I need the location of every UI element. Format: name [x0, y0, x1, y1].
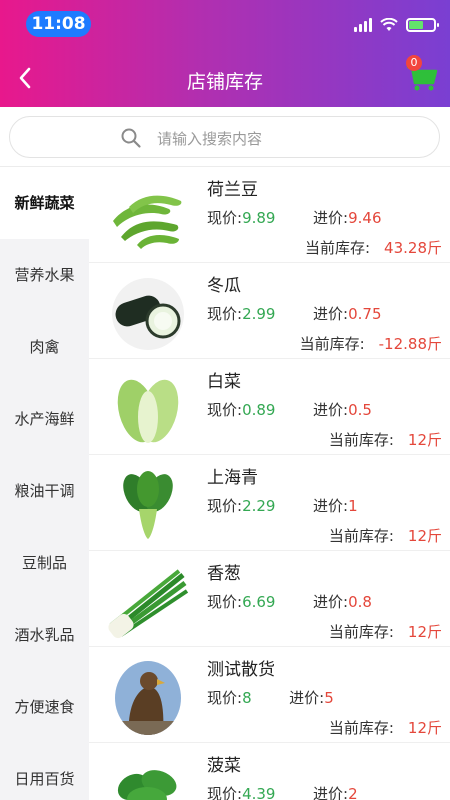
search-area: 请输入搜索内容: [0, 107, 450, 167]
price-row: 现价:0.89 进价:0.5: [207, 399, 372, 420]
search-icon: [121, 128, 141, 148]
in-price-label: 进价:: [313, 401, 349, 419]
product-item[interactable]: 测试散货 现价:8 进价:5 当前库存: 12斤: [89, 647, 450, 743]
stock-label: 当前库存:: [328, 431, 394, 449]
product-name: 香葱: [207, 564, 241, 584]
stock-label: 当前库存:: [328, 623, 394, 641]
category-item[interactable]: 营养水果: [0, 239, 89, 311]
cart-count-badge: 0: [406, 55, 422, 71]
price-row: 现价:6.69 进价:0.8: [207, 591, 372, 612]
in-price-value: 5: [324, 689, 334, 707]
in-price-value: 2: [348, 785, 358, 800]
product-item[interactable]: 香葱 现价:6.69 进价:0.8 当前库存: 12斤: [89, 551, 450, 647]
now-price-label: 现价:: [207, 689, 243, 707]
product-item[interactable]: 菠菜 现价:4.39 进价:2: [89, 743, 450, 800]
now-price-label: 现价:: [207, 401, 243, 419]
now-price-value: 6.69: [242, 593, 276, 611]
in-price-label: 进价:: [313, 305, 349, 323]
product-name: 上海青: [207, 468, 258, 488]
category-item[interactable]: 粮油干调: [0, 455, 89, 527]
search-input[interactable]: 请输入搜索内容: [9, 116, 440, 158]
now-price-label: 现价:: [207, 305, 243, 323]
product-name: 测试散货: [207, 660, 275, 680]
price-row: 现价:4.39 进价:2: [207, 783, 358, 800]
stock-row: 当前库存: 12斤: [329, 525, 442, 546]
in-price-value: 0.75: [348, 305, 382, 323]
stock-value: 43.28斤: [384, 239, 442, 257]
product-name: 菠菜: [207, 756, 241, 776]
winter-melon-image: [112, 278, 184, 350]
scallion-image: [108, 569, 189, 639]
stock-value: -12.88斤: [378, 335, 442, 353]
price-row: 现价:2.29 进价:1: [207, 495, 358, 516]
status-time: 11:08: [26, 11, 91, 37]
category-item[interactable]: 方便速食: [0, 671, 89, 743]
price-row: 现价:2.99 进价:0.75: [207, 303, 382, 324]
stock-row: 当前库存: 12斤: [329, 429, 442, 450]
in-price-label: 进价:: [289, 689, 325, 707]
eagle-image: [115, 661, 181, 735]
product-item[interactable]: 白菜 现价:0.89 进价:0.5 当前库存: 12斤: [89, 359, 450, 455]
stock-label: 当前库存:: [299, 335, 365, 353]
product-list: 荷兰豆 现价:9.89 进价:9.46 当前库存: 43.28斤 冬瓜 现价:2.…: [89, 167, 450, 800]
price-row: 现价:9.89 进价:9.46: [207, 207, 382, 228]
stock-label: 当前库存:: [328, 719, 394, 737]
category-item[interactable]: 酒水乳品: [0, 599, 89, 671]
price-row: 现价:8 进价:5: [207, 687, 334, 708]
in-price-label: 进价:: [313, 497, 349, 515]
stock-label: 当前库存:: [328, 527, 394, 545]
stock-row: 当前库存: -12.88斤: [300, 333, 442, 354]
app-header: 11:08 店铺库存 0: [0, 0, 450, 107]
stock-value: 12斤: [407, 431, 442, 449]
stock-row: 当前库存: 43.28斤: [305, 237, 442, 258]
in-price-label: 进价:: [313, 209, 349, 227]
category-item[interactable]: 新鲜蔬菜: [0, 167, 89, 239]
now-price-value: 2.99: [242, 305, 276, 323]
stock-value: 12斤: [407, 719, 442, 737]
category-item[interactable]: 水产海鲜: [0, 383, 89, 455]
now-price-value: 0.89: [242, 401, 276, 419]
product-item[interactable]: 冬瓜 现价:2.99 进价:0.75 当前库存: -12.88斤: [89, 263, 450, 359]
snow-pea-image: [113, 195, 182, 249]
now-price-value: 9.89: [242, 209, 276, 227]
in-price-label: 进价:: [313, 593, 349, 611]
product-name: 冬瓜: [207, 276, 241, 296]
stock-value: 12斤: [407, 527, 442, 545]
wifi-icon: [380, 18, 398, 31]
product-item[interactable]: 荷兰豆 现价:9.89 进价:9.46 当前库存: 43.28斤: [89, 167, 450, 263]
product-item[interactable]: 上海青 现价:2.29 进价:1 当前库存: 12斤: [89, 455, 450, 551]
status-icons: [354, 15, 439, 35]
now-price-label: 现价:: [207, 785, 243, 800]
cabbage-image: [117, 379, 179, 443]
battery-icon: [406, 18, 439, 32]
signal-icon: [354, 18, 372, 32]
stock-label: 当前库存:: [304, 239, 371, 257]
now-price-label: 现价:: [207, 209, 243, 227]
stock-value: 12斤: [407, 623, 442, 641]
now-price-label: 现价:: [207, 497, 243, 515]
product-name: 白菜: [207, 372, 241, 392]
bok-choy-image: [123, 471, 173, 539]
category-item[interactable]: 豆制品: [0, 527, 89, 599]
category-item[interactable]: 日用百货: [0, 743, 89, 800]
now-price-value: 8: [242, 689, 252, 707]
category-sidebar: 新鲜蔬菜 营养水果 肉禽 水产海鲜 粮油干调 豆制品 酒水乳品 方便速食 日用百…: [0, 167, 89, 800]
now-price-label: 现价:: [207, 593, 243, 611]
search-placeholder: 请输入搜索内容: [157, 130, 263, 148]
nav-bar: 店铺库存 0: [0, 52, 450, 107]
in-price-value: 1: [348, 497, 358, 515]
in-price-label: 进价:: [313, 785, 349, 800]
stock-row: 当前库存: 12斤: [329, 621, 442, 642]
in-price-value: 9.46: [348, 209, 382, 227]
now-price-value: 2.29: [242, 497, 276, 515]
now-price-value: 4.39: [242, 785, 276, 800]
spinach-image: [117, 770, 177, 800]
in-price-value: 0.5: [348, 401, 372, 419]
in-price-value: 0.8: [348, 593, 372, 611]
stock-row: 当前库存: 12斤: [329, 717, 442, 738]
status-bar: 11:08: [0, 0, 450, 46]
page-title: 店铺库存: [186, 71, 263, 93]
product-name: 荷兰豆: [207, 180, 258, 200]
category-item[interactable]: 肉禽: [0, 311, 89, 383]
